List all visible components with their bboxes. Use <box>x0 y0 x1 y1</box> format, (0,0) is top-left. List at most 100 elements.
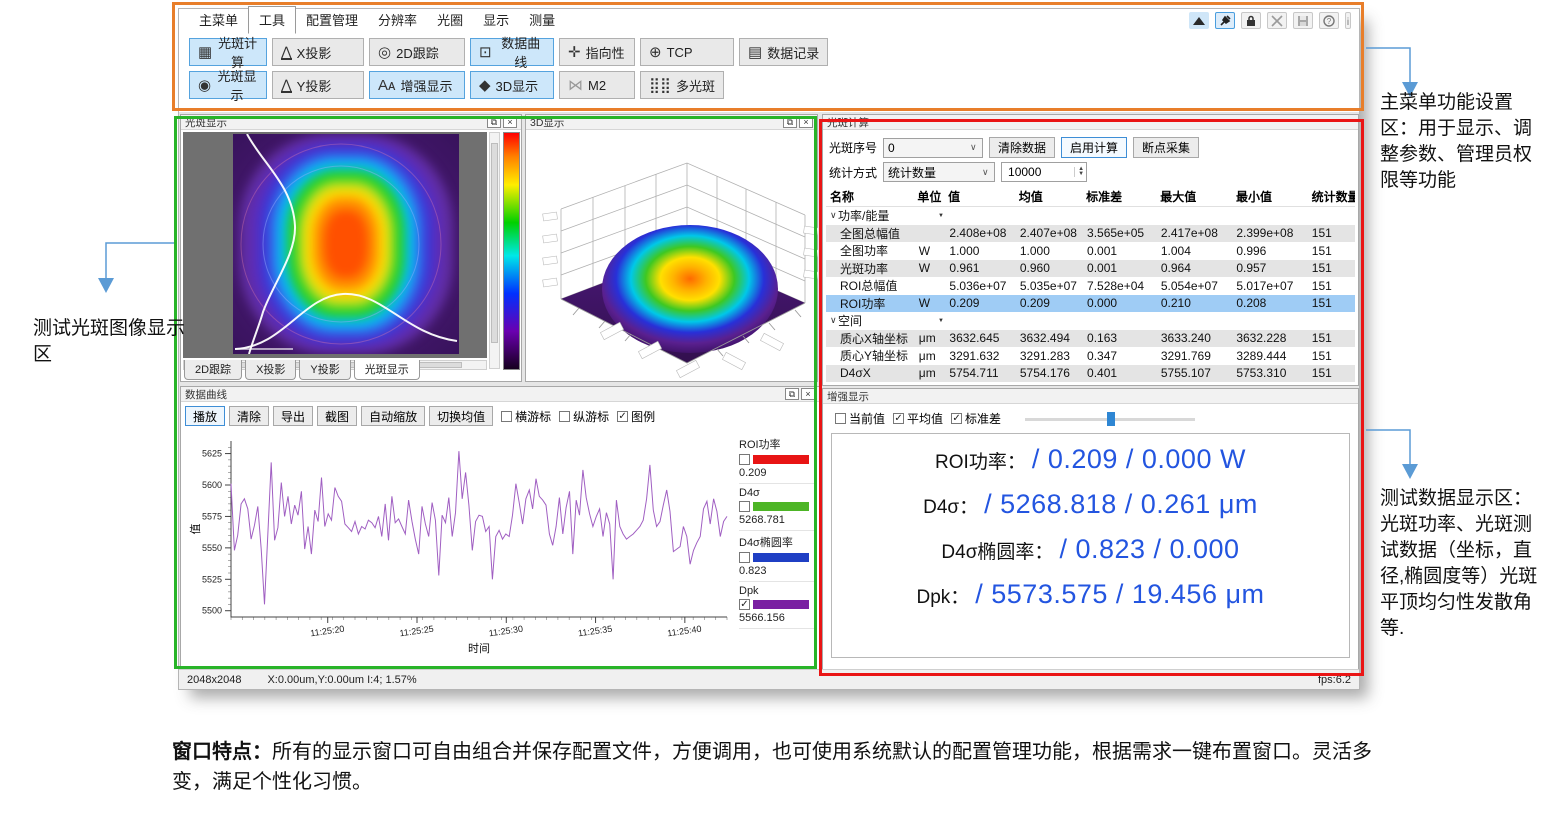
beam-tab[interactable]: 光斑显示 <box>354 360 420 380</box>
close-icon[interactable]: × <box>801 388 815 400</box>
enhanced-checkbox[interactable]: 平均值 <box>893 410 943 427</box>
toolbar-button[interactable]: Aᴀ 增强显示 <box>369 71 465 99</box>
legend-item[interactable]: D4σ 5268.781 <box>739 484 815 531</box>
legend-checkbox-icon[interactable] <box>739 552 750 563</box>
table-row[interactable]: D4σXμm5754.7115754.1760.4015755.1075753.… <box>826 365 1355 383</box>
toolbar-button[interactable]: ⣿⣿ 多光斑 <box>640 71 724 99</box>
legend-item[interactable]: ROI功率 0.209 <box>739 433 815 484</box>
curve-checkbox[interactable]: 纵游标 <box>559 408 609 425</box>
toolbar-button-label: 数据曲线 <box>497 33 545 71</box>
enable-calc-button[interactable]: 启用计算 <box>1061 137 1127 158</box>
beam-viewport[interactable] <box>183 132 487 358</box>
stat-count-spinner[interactable]: 10000▲▼ <box>1001 162 1087 182</box>
curve-checkbox[interactable]: 图例 <box>617 408 655 425</box>
collapse-icon[interactable] <box>1189 12 1209 29</box>
table-row[interactable]: ROI功率W0.2090.2090.0000.2100.208151 <box>826 295 1355 313</box>
enhanced-value-label: ROI功率： <box>935 447 1026 474</box>
table-row[interactable]: 质心Y轴坐标μm3291.6323291.2830.3473291.769328… <box>826 347 1355 365</box>
toolbar-button[interactable]: ◎ 2D跟踪 <box>369 38 465 66</box>
table-cell: 151 <box>1308 296 1355 310</box>
clear-data-button[interactable]: 清除数据 <box>989 137 1055 158</box>
close-icon[interactable]: × <box>799 116 813 128</box>
toolbar-button[interactable]: ⊡ 数据曲线 <box>470 38 554 66</box>
menu-item[interactable]: 配置管理 <box>296 7 368 33</box>
pin-icon[interactable] <box>1215 12 1235 29</box>
table-cell: 3.565e+05 <box>1083 226 1157 240</box>
toolbar-button-icon: ◎ <box>378 45 391 60</box>
trend-chart[interactable]: 55005525555055755600562511:25:2011:25:25… <box>187 431 735 669</box>
help-icon[interactable]: ? <box>1319 12 1339 29</box>
toolbar-button[interactable]: ⊕ TCP <box>640 38 734 66</box>
table-group-row[interactable]: ∨空间▼ <box>826 312 1355 330</box>
legend-checkbox-icon[interactable] <box>739 599 750 610</box>
beam-tab[interactable]: Y投影 <box>299 360 350 380</box>
lock-icon[interactable] <box>1241 12 1261 29</box>
legend-item[interactable]: Dpk 5566.156 <box>739 582 815 629</box>
toolbar-button[interactable]: ▤ 数据记录 <box>739 38 828 66</box>
column-header[interactable]: 单位 <box>913 188 944 205</box>
menu-item[interactable]: 工具 <box>248 6 296 34</box>
toolbar-button[interactable]: ◆ 3D显示 <box>470 71 554 99</box>
curve-toolbar-button[interactable]: 清除 <box>229 406 269 426</box>
beam-index-select[interactable]: 0∨ <box>883 138 983 158</box>
toolbar-button[interactable]: ⋀ X投影 <box>272 38 364 66</box>
column-header[interactable]: 最大值 <box>1156 188 1232 205</box>
info-icon[interactable]: i <box>1345 12 1351 29</box>
float-icon[interactable]: ⧉ <box>785 388 799 400</box>
table-row[interactable]: 光斑功率W0.9610.9600.0010.9640.957151 <box>826 260 1355 278</box>
menu-item[interactable]: 主菜单 <box>189 7 248 33</box>
table-cell: 5754.176 <box>1016 366 1083 380</box>
close-icon[interactable]: × <box>503 116 517 128</box>
checkbox-icon <box>501 411 512 422</box>
enhanced-checkbox[interactable]: 当前值 <box>835 410 885 427</box>
table-cell: 151 <box>1308 331 1355 345</box>
cut-icon[interactable] <box>1267 12 1287 29</box>
menu-item[interactable]: 分辨率 <box>368 7 427 33</box>
float-icon[interactable]: ⧉ <box>783 116 797 128</box>
beam-tab[interactable]: X投影 <box>245 360 296 380</box>
toolbar-button[interactable]: ⋀ Y投影 <box>272 71 364 99</box>
column-header[interactable]: 最小值 <box>1232 188 1308 205</box>
toolbar-button[interactable]: ▦ 光斑计算 <box>189 38 267 66</box>
float-icon[interactable]: ⧉ <box>487 116 501 128</box>
curve-checkbox[interactable]: 横游标 <box>501 408 551 425</box>
beam-tabs: 2D跟踪 X投影 Y投影 光斑显示 <box>184 360 420 380</box>
vertical-scrollbar[interactable] <box>489 132 500 369</box>
breakpoint-capture-button[interactable]: 断点采集 <box>1133 137 1199 158</box>
menu-item[interactable]: 显示 <box>473 7 519 33</box>
legend-checkbox-icon[interactable] <box>739 501 750 512</box>
table-cell: W <box>915 244 946 258</box>
toolbar-button[interactable]: ◉ 光斑显示 <box>189 71 267 99</box>
curve-toolbar-button[interactable]: 截图 <box>317 406 357 426</box>
column-header[interactable]: 统计数量 <box>1308 188 1355 205</box>
curve-toolbar-button[interactable]: 导出 <box>273 406 313 426</box>
curve-toolbar-button[interactable]: 播放 <box>185 406 225 426</box>
table-row[interactable]: 全图总幅值2.408e+082.407e+083.565e+052.417e+0… <box>826 225 1355 243</box>
font-size-slider[interactable] <box>1025 412 1195 426</box>
column-header[interactable]: 名称 <box>826 188 913 205</box>
column-header[interactable]: 均值 <box>1015 188 1082 205</box>
column-header[interactable]: 标准差 <box>1082 188 1156 205</box>
legend-checkbox-icon[interactable] <box>739 454 750 465</box>
toolbar-button[interactable]: ⋈ M2 <box>559 71 635 99</box>
legend-color-bar <box>753 502 809 511</box>
legend-item[interactable]: D4σ椭圆率 0.823 <box>739 531 815 582</box>
table-row[interactable]: 质心X轴坐标μm3632.6453632.4940.1633633.240363… <box>826 330 1355 348</box>
stat-mode-select[interactable]: 统计数量∨ <box>883 162 995 182</box>
curve-toolbar-button[interactable]: 切换均值 <box>429 406 493 426</box>
table-row[interactable]: 全图功率W1.0001.0000.0011.0040.996151 <box>826 242 1355 260</box>
toolbar-button-label: TCP <box>667 45 693 60</box>
menu-item[interactable]: 测量 <box>519 7 565 33</box>
toolbar-button-icon: ⊡ <box>479 45 492 60</box>
table-row[interactable]: ROI总幅值5.036e+075.035e+077.528e+045.054e+… <box>826 277 1355 295</box>
legend-name: D4σ <box>739 487 815 499</box>
toolbar-button[interactable]: ✛ 指向性 <box>559 38 635 66</box>
column-header[interactable]: 值 <box>944 188 1015 205</box>
table-header-row[interactable]: 名称单位值均值标准差最大值最小值统计数量 <box>826 187 1355 207</box>
save-icon[interactable] <box>1293 12 1313 29</box>
curve-toolbar-button[interactable]: 自动缩放 <box>361 406 425 426</box>
menu-item[interactable]: 光圈 <box>427 7 473 33</box>
enhanced-checkbox[interactable]: 标准差 <box>951 410 1001 427</box>
table-group-row[interactable]: ∨功率/能量▼ <box>826 207 1355 225</box>
threed-plot[interactable] <box>527 131 816 380</box>
